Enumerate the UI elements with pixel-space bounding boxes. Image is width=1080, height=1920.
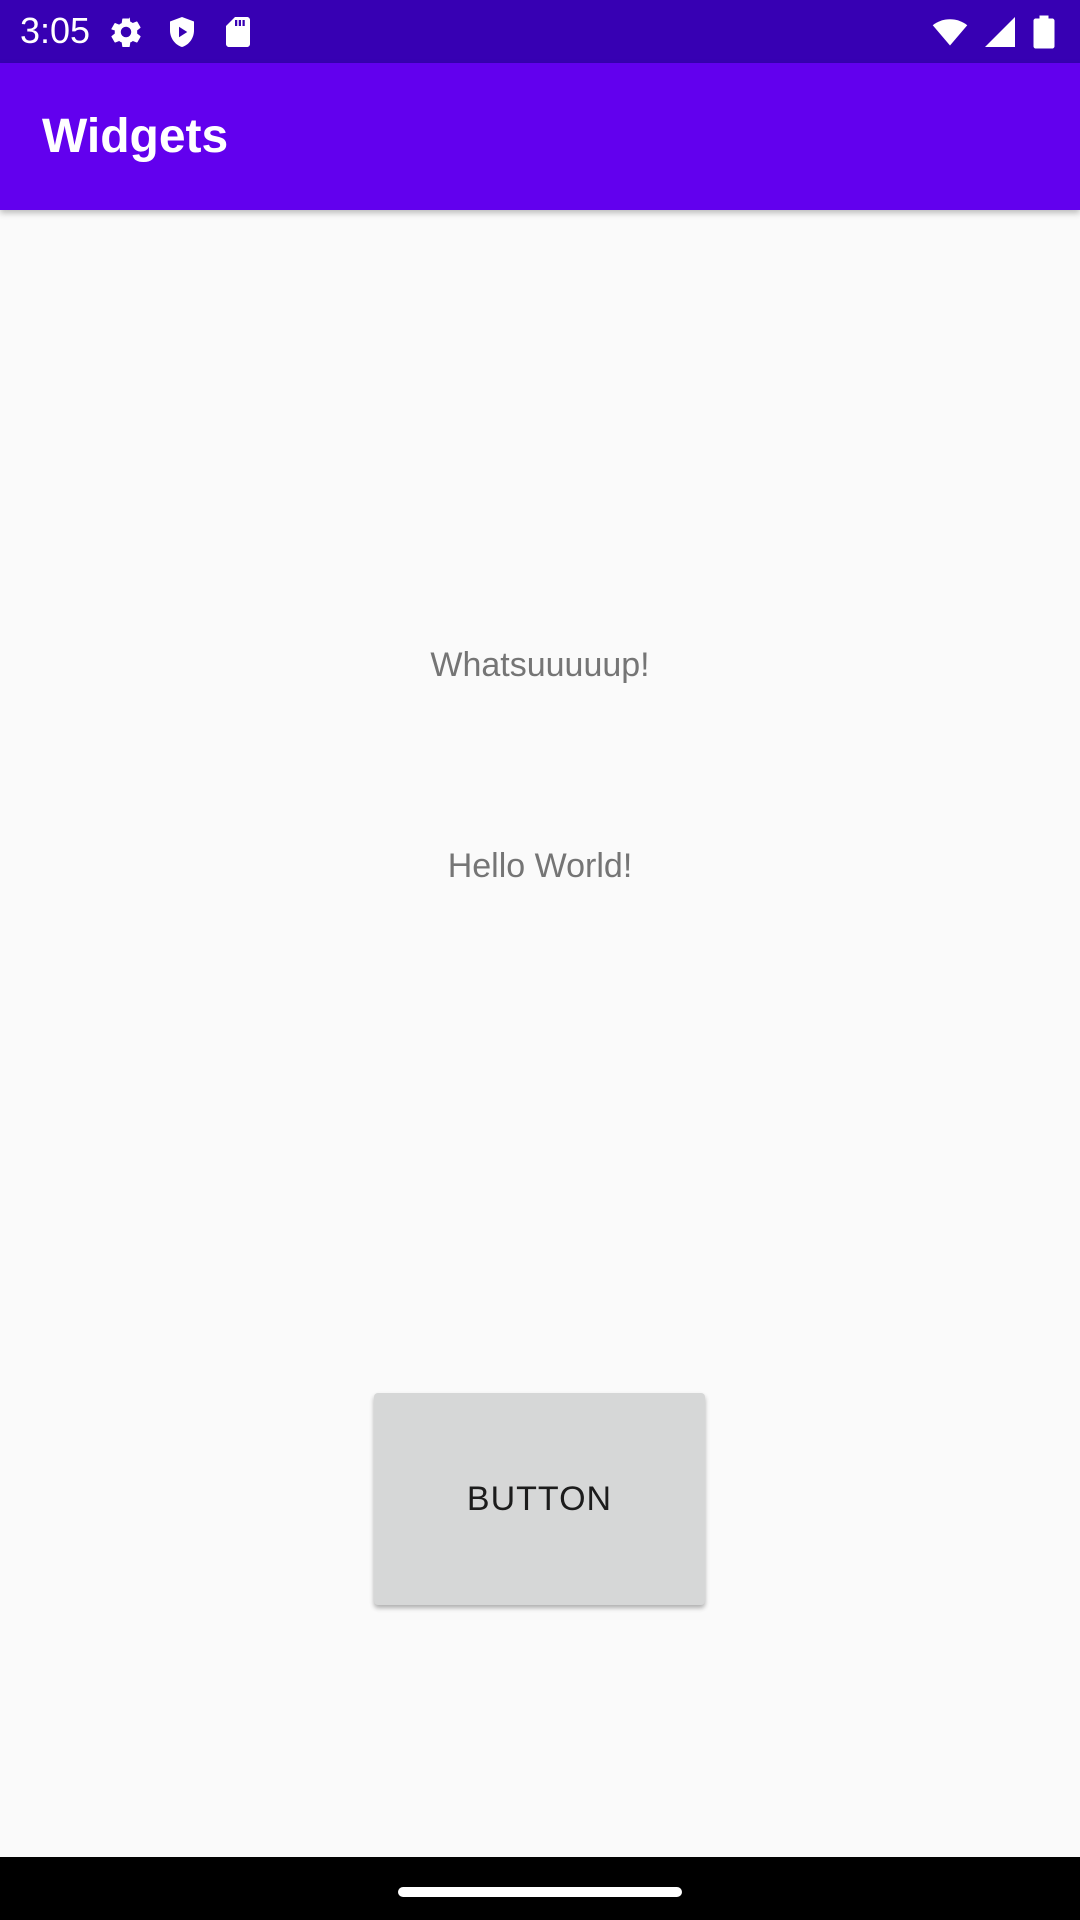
status-notification-icons (108, 14, 256, 50)
app-bar: Widgets (0, 63, 1080, 210)
app-title: Widgets (42, 110, 229, 163)
shield-play-icon (164, 14, 200, 50)
navigation-bar (0, 1857, 1080, 1920)
status-system-icons (932, 14, 1056, 50)
whatsup-text: Whatsuuuuup! (430, 646, 650, 684)
battery-icon (1032, 14, 1056, 50)
app-screen: 3:05 Widgets Whatsuuuuup! Hello World! B… (0, 0, 1080, 1920)
cell-signal-icon (982, 14, 1018, 50)
main-button[interactable]: BUTTON (374, 1393, 705, 1605)
wifi-icon (932, 14, 968, 50)
gear-icon (108, 14, 144, 50)
home-handle[interactable] (398, 1887, 682, 1897)
sd-card-icon (220, 14, 256, 50)
status-time: 3:05 (20, 10, 91, 51)
status-bar: 3:05 (0, 0, 1080, 63)
hello-world-text: Hello World! (447, 847, 633, 885)
main-content: Whatsuuuuup! Hello World! BUTTON (0, 210, 1080, 1857)
